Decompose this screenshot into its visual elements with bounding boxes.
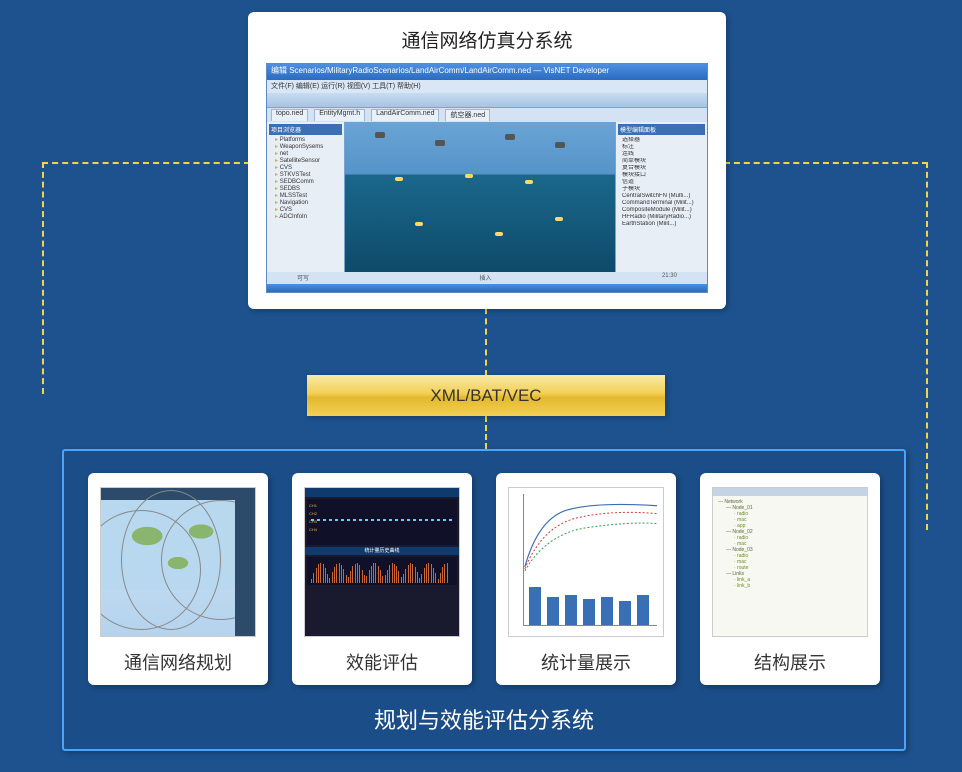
tree-item: ADCInfoIn	[269, 214, 342, 221]
status-right: 21:30	[662, 273, 677, 283]
screenshot-tab: 航空器.ned	[445, 109, 490, 121]
palette-item: 连线	[618, 151, 705, 158]
palette-item: 复合模块	[618, 165, 705, 172]
card-structure-display: — Network — Node_01 · radio · mac · app …	[700, 473, 880, 685]
card-performance-evaluation: CH1 CH2 CH3 CH4 统计量历史曲线 效能评估	[292, 473, 472, 685]
interface-format-bar: XML/BAT/VEC	[307, 375, 665, 416]
connector-right-down	[926, 392, 928, 530]
thumb-structure-display: — Network — Node_01 · radio · mac · app …	[712, 487, 868, 637]
palette-item: CommandTerminal (Milit...)	[618, 200, 705, 207]
palette-item: 模块接口	[618, 172, 705, 179]
status-center: 插入	[479, 273, 491, 283]
tree-item: STKVSTest	[269, 172, 342, 179]
thumb-performance-evaluation: CH1 CH2 CH3 CH4 统计量历史曲线	[304, 487, 460, 637]
connector-stem-bottom	[485, 416, 487, 449]
palette-item: CentralSwitchFN (Multi...)	[618, 193, 705, 200]
connector-top-left	[42, 162, 250, 394]
card-label: 统计量展示	[508, 637, 664, 675]
palette-item: HFRadio (MilitaryRadio...)	[618, 214, 705, 221]
screenshot-right-panel: 模型编辑面板 选择器标注连线简单模块复合模块模块接口信道子模块CentralSw…	[615, 122, 707, 272]
screenshot-tab: LandAirComm.ned	[371, 109, 439, 121]
screenshot-canvas	[345, 122, 615, 272]
planning-evaluation-title: 规划与效能评估分系统	[64, 703, 904, 735]
card-label: 效能评估	[304, 637, 460, 675]
connector-top-right	[724, 162, 928, 394]
card-label: 结构展示	[712, 637, 868, 675]
tree-item: SEDBComm	[269, 179, 342, 186]
palette-item: CompositeModule (Milit...)	[618, 207, 705, 214]
connector-stem-top	[485, 308, 487, 376]
card-network-planning: 通信网络规划	[88, 473, 268, 685]
palette-item: 简单模块	[618, 158, 705, 165]
card-label: 通信网络规划	[100, 637, 256, 675]
tree-item: CVS	[269, 207, 342, 214]
palette-item: 信道	[618, 179, 705, 186]
screenshot-statusbar: 可写 插入 21:30	[267, 272, 707, 284]
simulation-subsystem-box: 通信网络仿真分系统 编辑 Scenarios/MilitaryRadioScen…	[248, 12, 726, 309]
tree-item: CVS	[269, 165, 342, 172]
palette-item: 选择器	[618, 137, 705, 144]
screenshot-bottombar	[267, 284, 707, 292]
palette-item: 标注	[618, 144, 705, 151]
tree-item: Platforms	[269, 137, 342, 144]
screenshot-body: 项目浏览器 PlatformsWeaponSysemsnetSatelliteS…	[267, 122, 707, 272]
screenshot-tabs: topo.ned EntityMgmt.h LandAirComm.ned 航空…	[267, 108, 707, 122]
hist-title: 统计量历史曲线	[305, 547, 459, 555]
screenshot-left-panel: 项目浏览器 PlatformsWeaponSysemsnetSatelliteS…	[267, 122, 345, 272]
thumb-network-planning	[100, 487, 256, 637]
simulation-screenshot: 编辑 Scenarios/MilitaryRadioScenarios/Land…	[266, 63, 708, 293]
status-left: 可写	[297, 273, 309, 283]
palette-item: 子模块	[618, 186, 705, 193]
simulation-subsystem-title: 通信网络仿真分系统	[266, 26, 708, 53]
screenshot-right-header: 模型编辑面板	[618, 124, 705, 135]
screenshot-toolbar	[267, 93, 707, 108]
tree-item: SatelliteSensor	[269, 158, 342, 165]
tree-item: net	[269, 151, 342, 158]
card-row: 通信网络规划 CH1 CH2 CH3 CH4 统计量历史曲线 效能评估	[88, 473, 880, 685]
tree-item: WeaponSysems	[269, 144, 342, 151]
palette-item: EarthStation (Milit...)	[618, 221, 705, 228]
tree-item: SEDBS	[269, 186, 342, 193]
card-statistics-display: 统计量展示	[496, 473, 676, 685]
thumb-statistics-display	[508, 487, 664, 637]
screenshot-tab: topo.ned	[271, 109, 308, 121]
planning-evaluation-panel: 通信网络规划 CH1 CH2 CH3 CH4 统计量历史曲线 效能评估	[62, 449, 906, 751]
screenshot-menubar: 文件(F) 编辑(E) 运行(R) 视图(V) 工具(T) 帮助(H)	[267, 80, 707, 93]
screenshot-titlebar: 编辑 Scenarios/MilitaryRadioScenarios/Land…	[267, 64, 707, 80]
tree-item: MLSSTest	[269, 193, 342, 200]
screenshot-tab: EntityMgmt.h	[314, 109, 365, 121]
screenshot-tree-header: 项目浏览器	[269, 124, 342, 135]
tree-item: Navigation	[269, 200, 342, 207]
